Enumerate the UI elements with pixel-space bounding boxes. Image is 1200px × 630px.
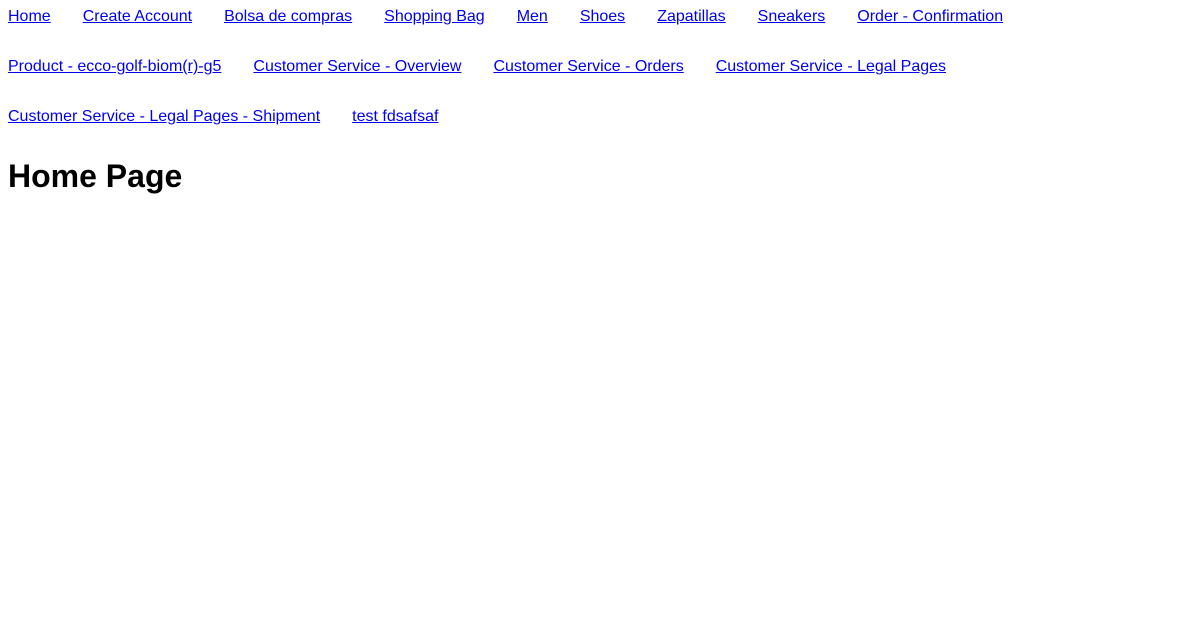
nav-link-create-account[interactable]: Create Account bbox=[83, 8, 192, 26]
nav-link-men[interactable]: Men bbox=[517, 8, 548, 26]
nav-link-sneakers[interactable]: Sneakers bbox=[758, 8, 826, 26]
nav-link-customer-service-overview[interactable]: Customer Service - Overview bbox=[253, 58, 461, 76]
nav-link-order-confirmation[interactable]: Order - Confirmation bbox=[857, 8, 1003, 26]
nav-link-customer-service-legal-pages[interactable]: Customer Service - Legal Pages bbox=[716, 58, 946, 76]
nav-link-home[interactable]: Home bbox=[8, 8, 51, 26]
nav-link-test-fdsafsaf[interactable]: test fdsafsaf bbox=[352, 108, 438, 126]
nav-link-bolsa-de-compras[interactable]: Bolsa de compras bbox=[224, 8, 352, 26]
nav-link-shopping-bag[interactable]: Shopping Bag bbox=[384, 8, 485, 26]
page-title: Home Page bbox=[8, 158, 1192, 195]
nav-link-shoes[interactable]: Shoes bbox=[580, 8, 625, 26]
nav-link-zapatillas[interactable]: Zapatillas bbox=[657, 8, 725, 26]
nav-link-customer-service-legal-pages-shipment[interactable]: Customer Service - Legal Pages - Shipmen… bbox=[8, 108, 320, 126]
main-nav: Home Create Account Bolsa de compras Sho… bbox=[8, 8, 1192, 158]
nav-link-product-ecco-golf-biom[interactable]: Product - ecco-golf-biom(r)-g5 bbox=[8, 58, 221, 76]
nav-link-customer-service-orders[interactable]: Customer Service - Orders bbox=[493, 58, 683, 76]
